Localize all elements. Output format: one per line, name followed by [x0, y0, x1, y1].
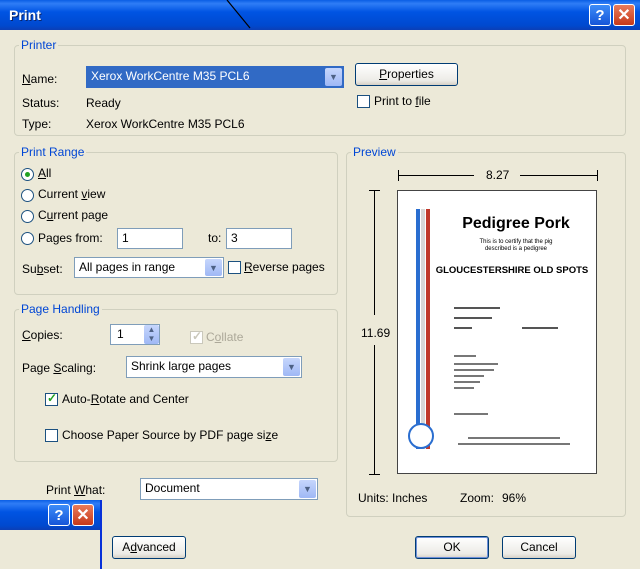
- zoom-value: 96%: [502, 491, 527, 505]
- printer-legend: Printer: [21, 38, 57, 52]
- pages-to-input[interactable]: 3: [226, 228, 292, 249]
- current-page-radio[interactable]: [21, 210, 34, 223]
- advanced-button[interactable]: Advanced: [112, 536, 186, 559]
- print-range-legend: Print Range: [21, 145, 85, 159]
- doc-text-line: [454, 387, 474, 389]
- doc-title: Pedigree Pork: [462, 215, 570, 232]
- print-dialog: Print ? ✕ Printer Name: Xerox WorkCentre…: [0, 0, 640, 569]
- copies-spinner[interactable]: ▲ ▼: [144, 325, 159, 344]
- zoom-label: Zoom:: [460, 491, 495, 505]
- doc-text-line: [454, 307, 500, 309]
- units-label: Units: Inches: [358, 491, 428, 505]
- doc-subtitle: This is to certify that the pig describe…: [436, 239, 596, 253]
- paper-source-checkbox[interactable]: [45, 429, 58, 442]
- height-dim-bottom-tick: [369, 474, 380, 475]
- doc-text-line: [454, 363, 498, 365]
- current-page-label: Current page: [38, 208, 109, 222]
- doc-text-line: [454, 381, 480, 383]
- cancel-button[interactable]: Cancel: [502, 536, 576, 559]
- background-close-button[interactable]: ✕: [72, 504, 94, 526]
- reverse-pages-label: Reverse pages: [244, 260, 325, 274]
- page-scaling-label: Page Scaling:: [22, 361, 97, 375]
- width-dim-line-left: [399, 175, 474, 176]
- background-help-button[interactable]: ?: [48, 504, 70, 526]
- doc-text-line: [458, 443, 570, 445]
- doc-text-line: [454, 375, 484, 377]
- doc-text-line: [454, 327, 472, 329]
- type-label: Type:: [22, 117, 52, 131]
- preview-width-value: 8.27: [486, 168, 510, 182]
- ribbon-stripe-white: [421, 209, 425, 449]
- doc-text-line: [454, 355, 476, 357]
- type-value: Xerox WorkCentre M35 PCL6: [86, 117, 245, 131]
- copies-value: 1: [117, 327, 124, 341]
- auto-rotate-label: Auto-Rotate and Center: [62, 392, 189, 406]
- help-button[interactable]: ?: [589, 4, 611, 26]
- name-label: Name:: [22, 72, 58, 86]
- collate-checkbox[interactable]: [190, 329, 203, 344]
- chevron-down-icon[interactable]: ▼: [283, 358, 300, 376]
- print-what-select[interactable]: Document ▼: [140, 478, 318, 500]
- reverse-pages-checkbox[interactable]: [228, 261, 241, 274]
- preview-legend: Preview: [353, 145, 396, 159]
- width-dim-right-tick: [597, 170, 598, 181]
- auto-rotate-checkbox[interactable]: [45, 391, 58, 406]
- preview-height-value: 11.69: [361, 326, 391, 340]
- doc-text-line: [522, 327, 558, 329]
- doc-subtitle-line1: This is to certify that the pig: [479, 239, 553, 245]
- current-view-radio[interactable]: [21, 189, 34, 202]
- properties-button[interactable]: Properties: [355, 63, 458, 86]
- paper-source-label: Choose Paper Source by PDF page size: [62, 428, 279, 442]
- subset-label: Subset:: [22, 262, 63, 276]
- subset-select[interactable]: All pages in range ▼: [74, 257, 224, 278]
- background-window: ? ✕: [0, 500, 102, 569]
- page-scaling-value: Shrink large pages: [131, 359, 232, 373]
- ok-button[interactable]: OK: [415, 536, 489, 559]
- status-label: Status:: [22, 96, 60, 110]
- doc-text-line: [454, 369, 494, 371]
- page-handling-legend: Page Handling: [21, 302, 100, 316]
- doc-text-line: [468, 437, 560, 439]
- page-scaling-select[interactable]: Shrink large pages ▼: [126, 356, 302, 378]
- ribbon-stripe-blue: [416, 209, 420, 449]
- annotation-line: [226, 0, 251, 29]
- print-to-file-label: Print to file: [374, 94, 431, 108]
- printer-name-select[interactable]: Xerox WorkCentre M35 PCL6 ▼: [86, 66, 344, 88]
- doc-text-line: [454, 317, 492, 319]
- print-to-file-checkbox[interactable]: [357, 95, 370, 108]
- status-value: Ready: [86, 96, 121, 110]
- close-button[interactable]: ✕: [613, 4, 635, 26]
- chevron-down-icon[interactable]: ▼: [325, 68, 342, 86]
- background-window-titlebar[interactable]: ? ✕: [0, 500, 100, 530]
- ribbon-stripe-red: [426, 209, 430, 449]
- chevron-down-icon[interactable]: ▼: [205, 259, 222, 276]
- pages-from-input[interactable]: 1: [117, 228, 183, 249]
- title-bar[interactable]: Print ? ✕: [0, 0, 640, 30]
- pages-to-label: to:: [208, 231, 222, 245]
- height-dim-line-top: [374, 191, 375, 315]
- all-label: All: [38, 166, 52, 180]
- window-title: Print: [9, 7, 41, 23]
- print-what-label: Print What:: [46, 483, 106, 497]
- printer-name-value: Xerox WorkCentre M35 PCL6: [91, 69, 250, 83]
- all-radio[interactable]: [21, 168, 34, 181]
- doc-breed: GLOUCESTERSHIRE OLD SPOTS: [435, 265, 589, 276]
- doc-subtitle-line2: described is a pedigree: [484, 246, 548, 252]
- pages-label: Pages from:: [38, 231, 103, 245]
- rosette-icon: [408, 423, 434, 449]
- print-what-value: Document: [145, 481, 200, 495]
- height-dim-line-bottom: [374, 345, 375, 474]
- subset-value: All pages in range: [79, 260, 176, 274]
- collate-label: Collate: [206, 330, 244, 344]
- pages-radio[interactable]: [21, 232, 34, 245]
- current-view-label: Current view: [38, 187, 106, 201]
- chevron-down-icon[interactable]: ▼: [299, 480, 316, 498]
- width-dim-line-right: [520, 175, 597, 176]
- doc-text-line: [454, 413, 488, 415]
- preview-page: Pedigree Pork This is to certify that th…: [397, 190, 597, 474]
- copies-label: Copies:: [22, 328, 63, 342]
